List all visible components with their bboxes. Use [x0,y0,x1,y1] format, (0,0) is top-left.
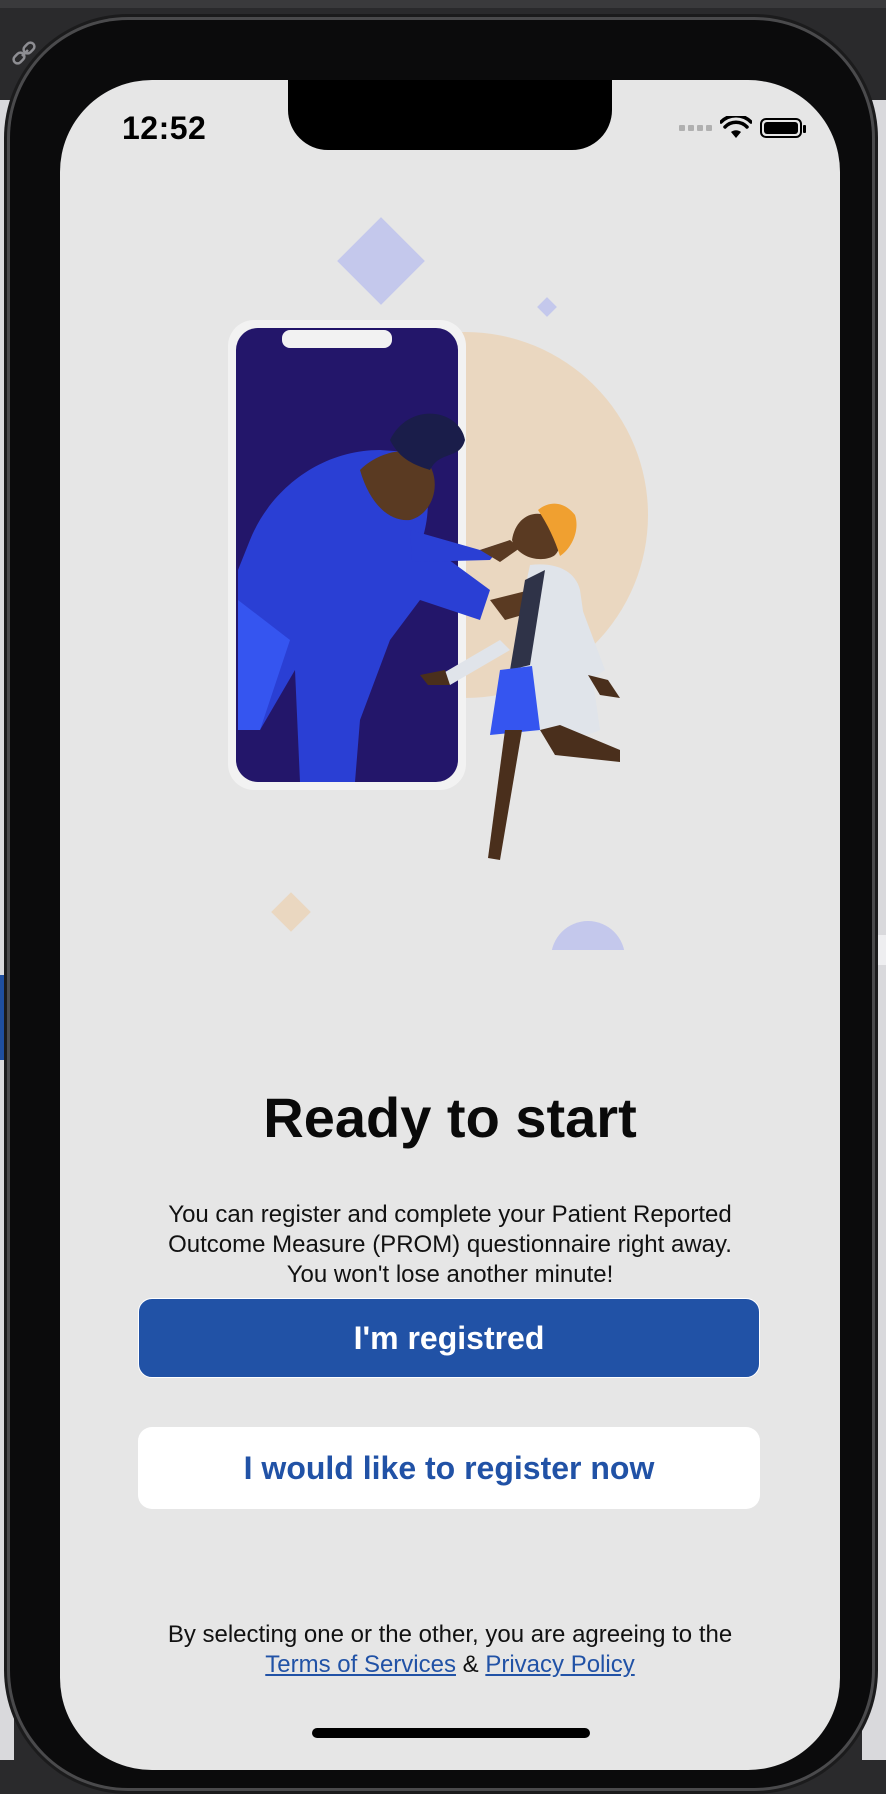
wifi-icon [720,116,752,138]
consent-footer: By selecting one or the other, you are a… [100,1620,800,1680]
lavender-circle-shape [551,921,625,950]
diamond-shape-small [537,297,557,317]
device-notch [288,80,612,150]
consent-text: By selecting one or the other, you are a… [167,1621,733,1648]
diamond-shape-top [337,217,425,305]
im-registered-button[interactable]: I'm registred [138,1298,760,1378]
status-time: 12:52 [122,110,207,146]
onboarding-illustration [228,217,648,950]
link-icon[interactable] [10,40,38,68]
diamond-shape-peach [271,892,311,932]
phone-frame: 12:52 Ready to start You can register an… [10,20,872,1788]
home-indicator[interactable] [312,1728,590,1738]
terms-of-service-link[interactable]: Terms of Services [265,1651,456,1678]
register-now-button[interactable]: I would like to register now [138,1427,760,1509]
ampersand-text: & [462,1651,479,1678]
intro-description: You can register and complete your Patie… [168,1201,732,1288]
page-title: Ready to start [263,1086,637,1149]
app-screen: 12:52 Ready to start You can register an… [60,80,840,1770]
cellular-signal-icon [679,125,712,131]
status-icons [679,116,806,140]
privacy-policy-link[interactable]: Privacy Policy [485,1651,634,1678]
battery-icon [760,118,806,138]
host-toolbar [0,0,886,8]
